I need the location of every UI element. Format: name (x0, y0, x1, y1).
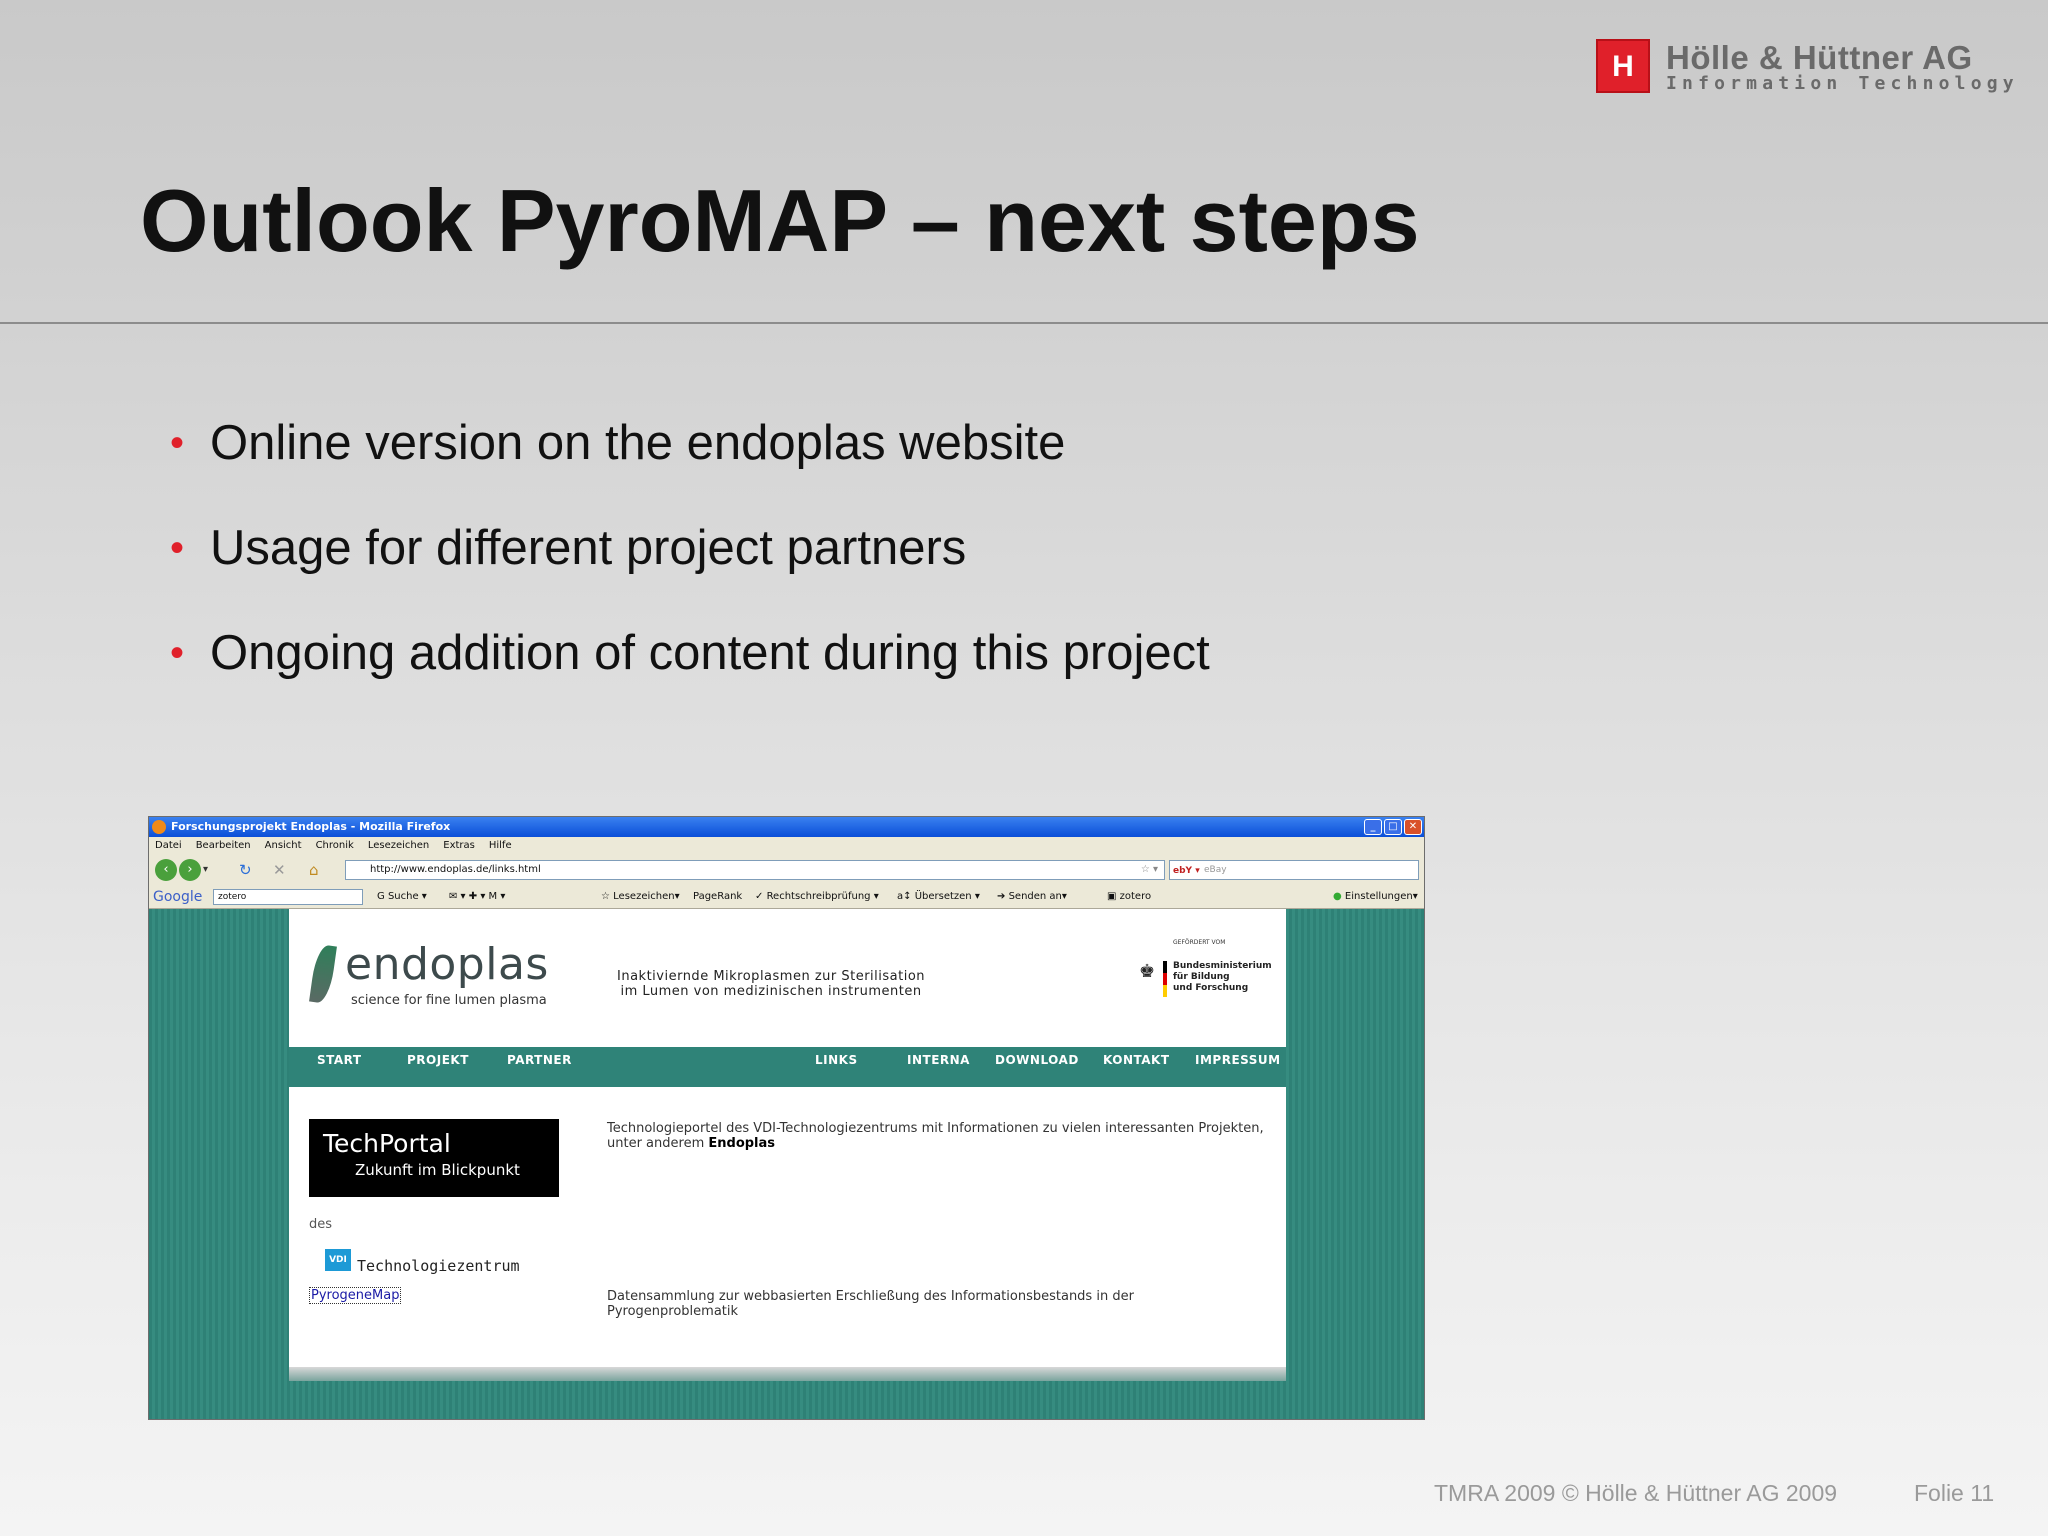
techportal-description: Technologieportel des VDI-Technologiezen… (607, 1121, 1264, 1151)
search-input[interactable]: ebY ▾ eBay (1169, 860, 1419, 880)
stop-icon[interactable]: ✕ (273, 860, 286, 880)
browser-screenshot: Forschungsprojekt Endoplas - Mozilla Fir… (148, 816, 1425, 1420)
eagle-icon: ♚ (1139, 961, 1156, 982)
nav-projekt[interactable]: PROJEKT (407, 1047, 469, 1073)
url-input[interactable]: http://www.endoplas.de/links.html ☆ ▾ (345, 860, 1165, 880)
google-search-input[interactable]: zotero (213, 889, 363, 905)
company-logo: H Hölle & Hüttner AG Information Technol… (1596, 39, 2014, 95)
forward-icon[interactable]: › (179, 859, 201, 881)
leaf-icon (309, 943, 337, 1005)
menu-chronik[interactable]: Chronik (316, 837, 354, 855)
browser-navbar: ‹ › ▾ ↻ ✕ ⌂ http://www.endoplas.de/links… (149, 855, 1424, 885)
menu-ansicht[interactable]: Ansicht (265, 837, 302, 855)
site-slogan: Inaktiviernde Mikroplasmen zur Sterilisa… (617, 969, 926, 999)
menu-extras[interactable]: Extras (443, 837, 475, 855)
web-page: endoplas science for fine lumen plasma I… (289, 909, 1286, 1367)
menu-datei[interactable]: Datei (155, 837, 182, 855)
settings-icon: ● (1333, 891, 1342, 902)
slide-number: Folie 11 (1914, 1480, 1995, 1506)
minimize-button[interactable]: _ (1364, 819, 1382, 835)
history-dropdown-icon[interactable]: ▾ (203, 860, 208, 880)
toolbar-icons[interactable]: ✉ ▾ ✚ ▾ M ▾ (449, 885, 505, 909)
logo-subtitle: Information Technology (1666, 73, 2019, 94)
bullet-dot-icon: • (170, 631, 185, 675)
bullet-item: • Ongoing addition of content during this… (170, 615, 1210, 720)
zotero-button[interactable]: ▣ zotero (1107, 885, 1151, 909)
nav-interna[interactable]: INTERNA (907, 1047, 970, 1073)
title-divider (0, 322, 2048, 324)
pagerank-indicator: PageRank (693, 891, 743, 902)
bullet-list: • Online version on the endoplas website … (170, 405, 1210, 720)
nav-start[interactable]: START (317, 1047, 362, 1073)
pyrogenemap-description: Datensammlung zur webbasierten Erschließ… (607, 1289, 1134, 1319)
ebay-icon[interactable]: ebY ▾ (1173, 862, 1200, 880)
sponsor-label: GEFÖRDERT VOM (1173, 939, 1226, 946)
bullet-item: • Usage for different project partners (170, 510, 1210, 615)
menu-bearbeiten[interactable]: Bearbeiten (196, 837, 251, 855)
spellcheck-button[interactable]: ✓ Rechtschreibprüfung ▾ (755, 885, 879, 909)
pyrogenemap-link[interactable]: PyrogeneMap (309, 1287, 402, 1304)
settings-button[interactable]: ● Einstellungen▾ (1333, 885, 1418, 909)
vdi-text: Technologiezentrum (357, 1257, 520, 1275)
site-nav: START PROJEKT PARTNER LINKS INTERNA DOWN… (289, 1047, 1286, 1087)
logo-company-name: Hölle & Hüttner AG (1666, 39, 1973, 76)
footer-copyright: TMRA 2009 © Hölle & Hüttner AG 2009 (1434, 1480, 1838, 1506)
des-label: des (309, 1217, 333, 1232)
reload-icon[interactable]: ↻ (239, 860, 252, 880)
vdi-logo-icon: VDI (325, 1249, 351, 1271)
slide-title: Outlook PyroMAP – next steps (140, 171, 1420, 270)
menu-lesezeichen[interactable]: Lesezeichen (368, 837, 429, 855)
german-flag-icon (1163, 961, 1167, 997)
nav-partner[interactable]: PARTNER (507, 1047, 572, 1073)
browser-titlebar: Forschungsprojekt Endoplas - Mozilla Fir… (149, 817, 1424, 837)
bullet-dot-icon: • (170, 526, 185, 570)
firefox-icon (152, 820, 166, 834)
browser-menubar: Datei Bearbeiten Ansicht Chronik Lesezei… (149, 837, 1424, 855)
google-toolbar: Google zotero G Suche ▾ ✉ ▾ ✚ ▾ M ▾ ☆ Le… (149, 885, 1424, 909)
menu-hilfe[interactable]: Hilfe (489, 837, 512, 855)
nav-kontakt[interactable]: KONTAKT (1103, 1047, 1170, 1073)
sponsor-name: Bundesministerium für Bildung und Forsch… (1173, 961, 1272, 993)
back-icon[interactable]: ‹ (155, 859, 177, 881)
close-button[interactable]: ✕ (1404, 819, 1422, 835)
translate-button[interactable]: a↕ Übersetzen ▾ (897, 885, 980, 909)
nav-download[interactable]: DOWNLOAD (995, 1047, 1079, 1073)
logo-mark: H (1596, 39, 1650, 93)
page-shadow (289, 1367, 1286, 1381)
bullet-item: • Online version on the endoplas website (170, 405, 1210, 510)
nav-impressum[interactable]: IMPRESSUM (1195, 1047, 1281, 1073)
home-icon[interactable]: ⌂ (309, 860, 319, 880)
techportal-logo[interactable]: TechPortal Zukunft im Blickpunkt (309, 1119, 559, 1197)
bullet-dot-icon: • (170, 421, 185, 465)
google-logo: Google (153, 889, 203, 905)
send-to-button[interactable]: ➔ Senden an▾ (997, 885, 1067, 909)
google-search-button[interactable]: G Suche ▾ (377, 885, 427, 909)
maximize-button[interactable]: □ (1384, 819, 1402, 835)
bookmark-star-icon[interactable]: ☆ ▾ (1141, 861, 1158, 879)
lesezeichen-button[interactable]: ☆ Lesezeichen▾ (601, 885, 680, 909)
nav-links[interactable]: LINKS (815, 1047, 858, 1073)
window-controls: _ □ ✕ (1364, 819, 1422, 835)
